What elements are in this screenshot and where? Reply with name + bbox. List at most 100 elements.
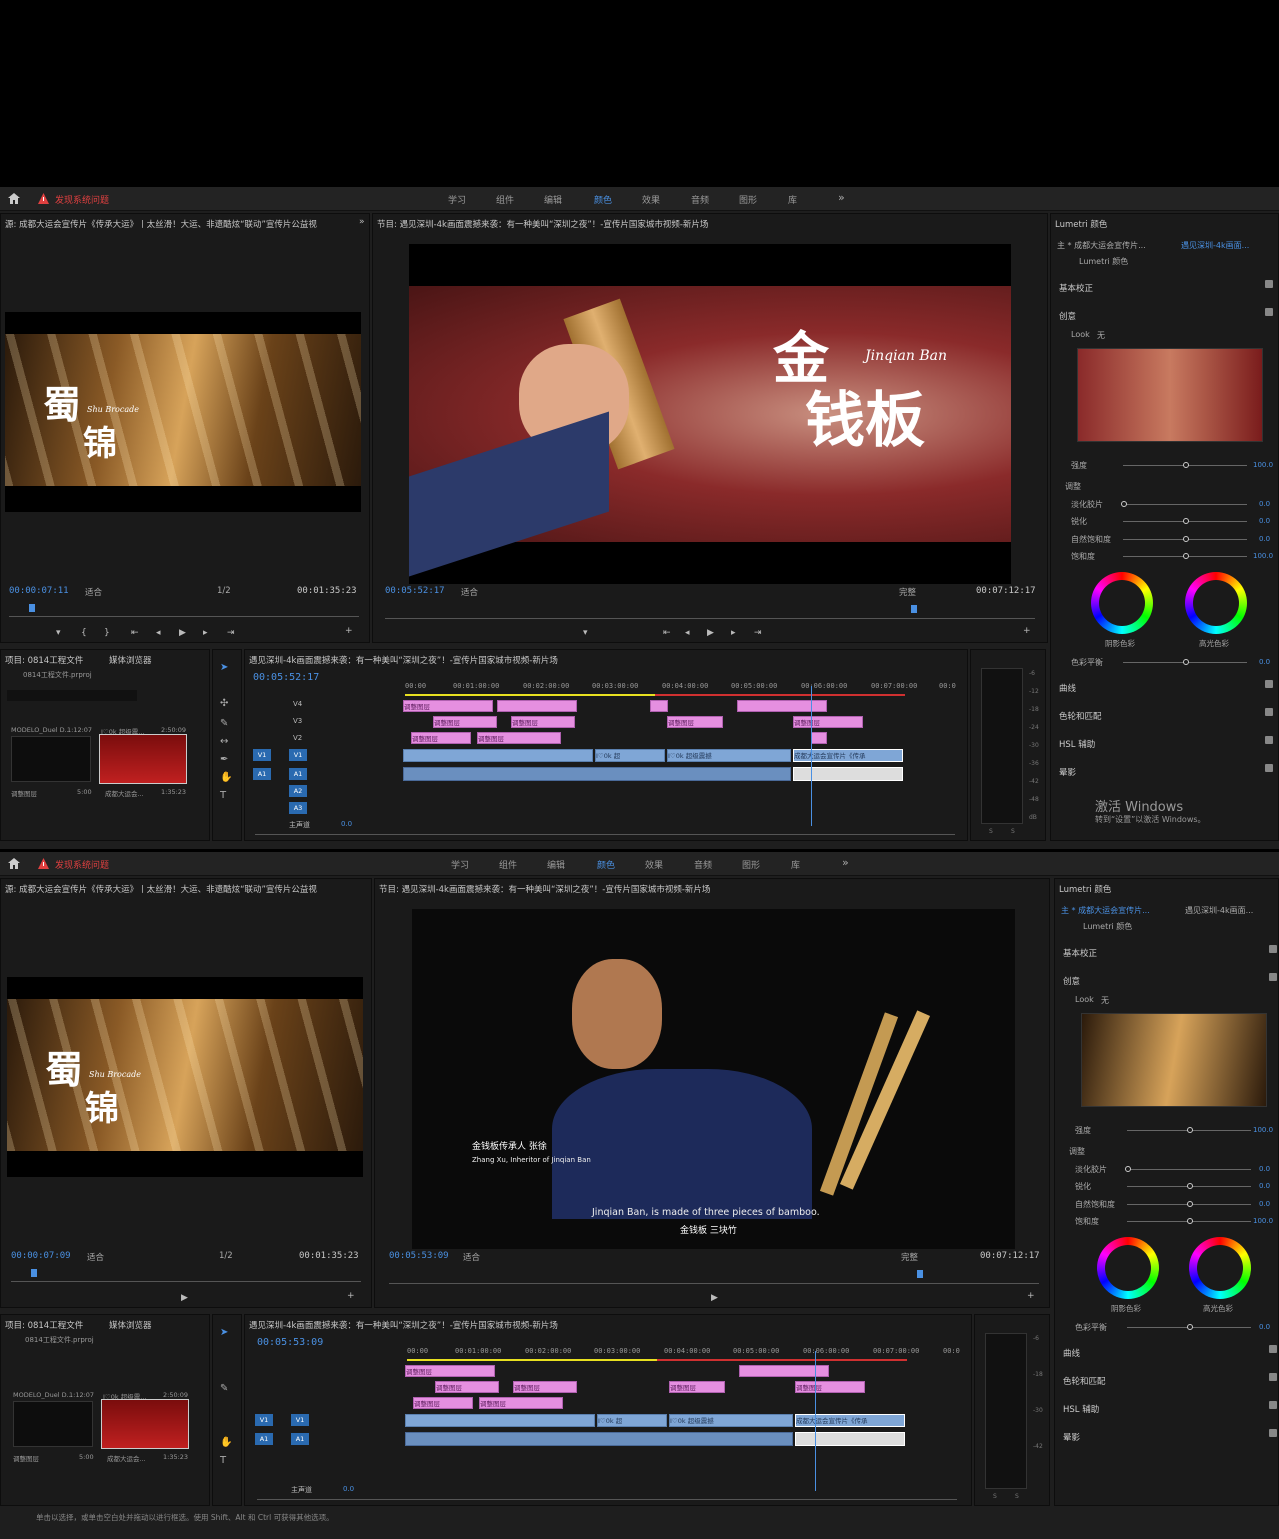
highlight-tint-wheel[interactable] (1185, 572, 1247, 634)
timeline-playhead[interactable] (811, 686, 812, 826)
program-step-back-button[interactable]: ◂ (685, 628, 690, 638)
track-target-a1[interactable]: A1 (291, 1433, 309, 1445)
section-curves[interactable]: 曲线 (1063, 1347, 1080, 1359)
tab-graphics[interactable]: 图形 (742, 858, 760, 871)
type-tool-icon[interactable]: T (220, 1455, 226, 1466)
lumetri-seq-clip[interactable]: 遇见深圳-4k画面... (1185, 905, 1253, 916)
tab-editing[interactable]: 编辑 (547, 858, 565, 871)
adjust-section[interactable]: 调整 (1069, 1146, 1085, 1157)
bin-thumb-adjustment[interactable] (11, 736, 91, 782)
curves-enable-checkbox[interactable] (1265, 680, 1273, 688)
timeline-timecode[interactable]: 00:05:52:17 (253, 672, 319, 683)
go-to-out-button[interactable]: ⇥ (227, 628, 235, 638)
shadow-tint-wheel[interactable] (1097, 1237, 1159, 1299)
track-target-a3[interactable]: A3 (289, 802, 307, 814)
look-select[interactable]: 无 (1101, 995, 1109, 1006)
section-hsl[interactable]: HSL 辅助 (1059, 738, 1095, 750)
program-fit-select[interactable]: 适合 (463, 1251, 480, 1263)
tab-editing[interactable]: 编辑 (544, 193, 562, 206)
meter-solo-left[interactable]: S (989, 828, 993, 835)
section-hsl[interactable]: HSL 辅助 (1063, 1403, 1099, 1415)
add-button[interactable]: + (347, 1291, 355, 1301)
clip-a1-chengdu[interactable] (795, 1432, 905, 1446)
section-curves[interactable]: 曲线 (1059, 682, 1076, 694)
section-creative[interactable]: 创意 (1063, 975, 1080, 987)
shadow-tint-wheel[interactable] (1091, 572, 1153, 634)
tint-balance-value[interactable]: 0.0 (1259, 1323, 1270, 1331)
program-go-out-button[interactable]: ⇥ (754, 628, 762, 638)
bin-item4-name[interactable]: 成都大运会... (107, 1453, 146, 1463)
bin-item3-name[interactable]: 调整图层 (11, 788, 37, 798)
section-color-wheels[interactable]: 色轮和匹配 (1059, 710, 1102, 722)
bin-item3-name[interactable]: 调整图层 (13, 1453, 39, 1463)
clip-adjust[interactable]: 调整图层 (413, 1397, 473, 1409)
program-title[interactable]: 节目: 遇见深圳-4k画面震撼来袭：有一种美叫“深圳之夜”！-宣传片国家城市视频… (379, 883, 759, 895)
clip-v1[interactable]: I♡0k 超级震撼 (669, 1414, 793, 1427)
bin-thumb-chengdu[interactable] (101, 1399, 189, 1449)
source-playhead[interactable] (31, 1269, 37, 1277)
sharpen-knob[interactable] (1187, 1183, 1193, 1189)
clip-adjust[interactable]: 调整图层 (403, 700, 493, 712)
mark-in-button[interactable]: { (81, 628, 87, 638)
clip-adjust[interactable] (811, 732, 827, 744)
more-workspaces-button[interactable]: » (842, 856, 849, 869)
program-timecode[interactable]: 00:05:52:17 (385, 586, 445, 596)
adjust-section[interactable]: 调整 (1065, 481, 1081, 492)
clip-a1[interactable] (403, 767, 791, 781)
vignette-enable-checkbox[interactable] (1269, 1429, 1277, 1437)
bin-thumb-chengdu[interactable] (99, 734, 187, 784)
look-preview[interactable] (1081, 1013, 1267, 1107)
tab-audio[interactable]: 音频 (691, 193, 709, 206)
program-quality-select[interactable]: 完整 (901, 1251, 918, 1263)
tab-learn[interactable]: 学习 (448, 193, 466, 206)
hsl-enable-checkbox[interactable] (1265, 736, 1273, 744)
clip-adjust[interactable]: 调整图层 (793, 716, 863, 728)
intensity-value[interactable]: 100.0 (1253, 1126, 1273, 1134)
track-target-a2[interactable]: A2 (289, 785, 307, 797)
meter-solo-right[interactable]: S (1015, 1493, 1019, 1500)
vibrance-knob[interactable] (1187, 1201, 1193, 1207)
intensity-value[interactable]: 100.0 (1253, 461, 1273, 469)
section-basic[interactable]: 基本校正 (1059, 282, 1093, 294)
faded-film-value[interactable]: 0.0 (1259, 500, 1270, 508)
creative-enable-checkbox[interactable] (1269, 973, 1277, 981)
sharpen-knob[interactable] (1183, 518, 1189, 524)
source-fit-select[interactable]: 适合 (87, 1251, 104, 1263)
clip-a1-chengdu[interactable] (793, 767, 903, 781)
source-patch-v1[interactable]: V1 (255, 1414, 273, 1426)
clip-adjust[interactable]: 调整图层 (433, 716, 497, 728)
bin-item1-name[interactable]: MODELO_Duel D... (11, 726, 71, 734)
selection-tool-icon[interactable]: ➤ (220, 1327, 228, 1338)
sharpen-value[interactable]: 0.0 (1259, 1182, 1270, 1190)
clip-adjust[interactable]: 调整图层 (511, 716, 575, 728)
lumetri-seq-clip[interactable]: 遇见深圳-4k画面... (1181, 240, 1249, 251)
project-title[interactable]: 项目: 0814工程文件 (5, 1319, 83, 1331)
program-step-forward-button[interactable]: ▸ (731, 628, 736, 638)
go-to-in-button[interactable]: ⇤ (131, 628, 139, 638)
bin-thumb-adjustment[interactable] (13, 1401, 93, 1447)
lumetri-title[interactable]: Lumetri 颜色 (1055, 218, 1107, 230)
master-track-value[interactable]: 0.0 (341, 820, 352, 828)
look-preview[interactable] (1077, 348, 1263, 442)
home-icon[interactable] (8, 858, 20, 869)
media-browser-tab[interactable]: 媒体浏览器 (109, 1319, 152, 1331)
play-button[interactable]: ▶ (181, 1293, 188, 1303)
program-quality-select[interactable]: 完整 (899, 586, 916, 598)
tab-libraries[interactable]: 库 (788, 193, 797, 206)
marker-button[interactable]: ▾ (56, 628, 61, 638)
clip-adjust[interactable]: 调整图层 (477, 732, 561, 744)
selection-tool-icon[interactable]: ➤ (220, 662, 228, 673)
clip-adjust[interactable]: 调整图层 (513, 1381, 577, 1393)
vibrance-value[interactable]: 0.0 (1259, 1200, 1270, 1208)
system-issue-label[interactable]: 发现系统问题 (55, 858, 109, 871)
program-scrubber[interactable] (385, 618, 1035, 619)
section-vignette[interactable]: 晕影 (1063, 1431, 1080, 1443)
clip-adjust[interactable] (650, 700, 668, 712)
step-forward-button[interactable]: ▸ (203, 628, 208, 638)
home-icon[interactable] (8, 193, 20, 204)
source-resolution-select[interactable]: 1/2 (219, 1251, 233, 1261)
look-select[interactable]: 无 (1097, 330, 1105, 341)
intensity-knob[interactable] (1183, 462, 1189, 468)
slip-tool-icon[interactable]: ↔ (220, 736, 228, 747)
saturation-value[interactable]: 100.0 (1253, 1217, 1273, 1225)
